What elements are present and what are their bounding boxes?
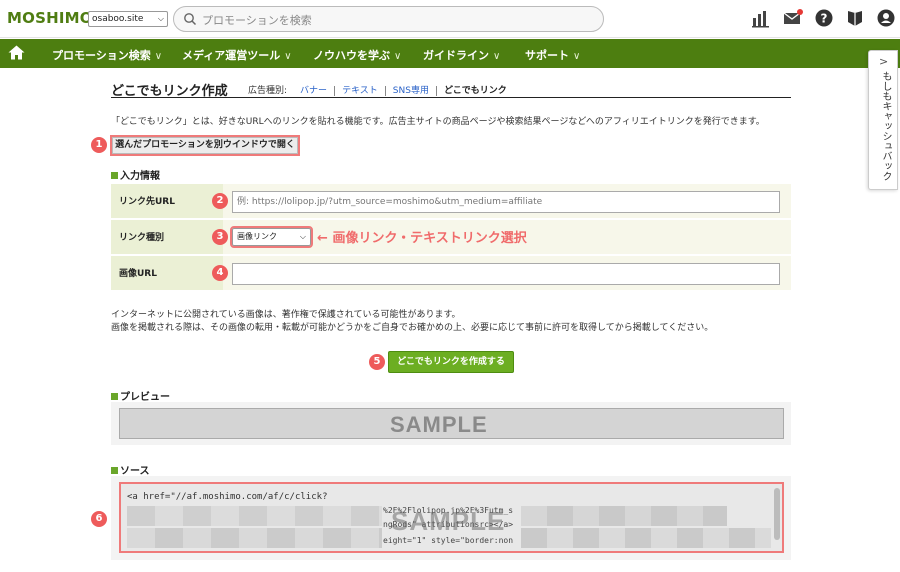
source-code-line: <a href="//af.moshimo.com/af/c/click? <box>127 492 328 502</box>
step-badge-2: 2 <box>212 193 228 209</box>
ad-type-tabs: 広告種別: バナー テキスト SNS専用 どこでもリンク <box>248 83 514 96</box>
input-section-title: 入力情報 <box>111 167 160 182</box>
step-badge-6: 6 <box>91 511 107 527</box>
link-type-value: 画像リンク <box>237 232 277 241</box>
link-url-input[interactable] <box>232 191 780 213</box>
moshimo-logo[interactable]: MOSHIMO <box>7 9 93 27</box>
link-type-select[interactable]: 画像リンク ⌵ <box>230 226 313 248</box>
preview-panel: SAMPLE <box>111 402 791 445</box>
nav-label: ノウハウを学ぶ <box>313 49 390 62</box>
nav-knowhow[interactable]: ノウハウを学ぶ ∨ <box>313 47 401 63</box>
chevron-down-icon: ∨ <box>154 51 163 62</box>
tab-dokodemo-link: どこでもリンク <box>443 86 507 96</box>
chevron-down-icon: ∨ <box>284 51 292 62</box>
link-url-row: リンク先URL 2 <box>111 184 791 220</box>
nav-support[interactable]: サポート ∨ <box>525 47 580 63</box>
side-tab-label: もしもキャッシュバック <box>880 71 891 181</box>
copyright-notice: インターネットに公開されている画像は、著作権で保護されている可能性があります。 … <box>111 309 713 335</box>
tab-sns[interactable]: SNS専用 <box>385 86 437 96</box>
open-promotion-button[interactable]: 選んだプロモーションを別ウインドウで開く <box>110 135 300 156</box>
source-panel: <a href="//af.moshimo.com/af/c/click? %2… <box>111 476 791 560</box>
site-select-value: osaboo.site <box>92 14 144 24</box>
notice-line-2: 画像を掲載される際は、その画像の転用・転載が可能かどうかをご自身でお確かめの上、… <box>111 323 714 333</box>
step-badge-5: 5 <box>369 354 385 370</box>
nav-guideline[interactable]: ガイドライン ∨ <box>423 47 500 63</box>
image-url-input[interactable] <box>232 263 780 285</box>
top-bar: MOSHIMO osaboo.site ⌵ プロモーションを検索 ? <box>0 0 900 38</box>
search-icon <box>184 13 197 26</box>
link-type-annotation-text: 画像リンク・テキストリンク選択 <box>332 231 527 246</box>
create-link-button[interactable]: どこでもリンクを作成する <box>388 351 514 373</box>
image-url-row: 画像URL 4 <box>111 256 791 292</box>
step-badge-4: 4 <box>212 265 228 281</box>
search-bar[interactable]: プロモーションを検索 <box>173 6 604 32</box>
link-type-label: リンク種別 <box>111 220 223 254</box>
source-section-title: ソース <box>111 462 150 477</box>
link-type-row: リンク種別 3 画像リンク ⌵ ← 画像リンク・テキストリンク選択 <box>111 220 791 256</box>
svg-text:?: ? <box>821 12 828 26</box>
help-icon[interactable]: ? <box>814 8 834 28</box>
report-chart-icon[interactable] <box>751 8 771 28</box>
chevron-down-icon: ∨ <box>493 51 501 62</box>
step-badge-1: 1 <box>91 137 107 153</box>
arrow-left-icon: ← <box>317 231 328 246</box>
chevron-down-icon: ∨ <box>573 51 581 62</box>
nav-media-tools[interactable]: メディア運営ツール ∨ <box>182 47 292 63</box>
image-url-label: 画像URL <box>111 256 223 290</box>
bookmark-shield-icon[interactable] <box>845 8 865 28</box>
tab-banner[interactable]: バナー <box>293 86 336 96</box>
link-type-annotation: ← 画像リンク・テキストリンク選択 <box>317 227 527 246</box>
home-icon[interactable] <box>8 45 25 60</box>
mail-icon[interactable] <box>783 8 803 28</box>
tab-text[interactable]: テキスト <box>335 86 386 96</box>
ad-type-label: 広告種別: <box>248 86 288 96</box>
mosaic-block <box>521 528 771 548</box>
search-placeholder: プロモーションを検索 <box>202 14 312 27</box>
nav-label: ガイドライン <box>423 49 489 62</box>
preview-section-title: プレビュー <box>111 388 170 403</box>
source-sample-watermark: SAMPLE <box>391 506 506 536</box>
step-badge-3: 3 <box>212 229 228 245</box>
preview-sample-watermark: SAMPLE <box>390 412 488 437</box>
notice-line-1: インターネットに公開されている画像は、著作権で保護されている可能性があります。 <box>111 310 461 320</box>
nav-label: メディア運営ツール <box>182 49 281 62</box>
link-url-label: リンク先URL <box>111 184 223 218</box>
source-code-area[interactable]: <a href="//af.moshimo.com/af/c/click? %2… <box>119 482 784 553</box>
site-select[interactable]: osaboo.site ⌵ <box>88 11 168 27</box>
intro-text: 「どこでもリンク」とは、好きなURLへのリンクを貼れる機能です。広告主サイトの商… <box>111 117 765 127</box>
preview-image-placeholder: SAMPLE <box>119 408 784 439</box>
mosaic-block <box>521 506 727 526</box>
chevron-right-icon: > <box>879 55 889 68</box>
nav-label: サポート <box>525 49 569 62</box>
mosaic-block <box>127 528 382 548</box>
chevron-down-icon: ⌵ <box>157 14 164 23</box>
user-icon[interactable] <box>876 8 896 28</box>
chevron-down-icon: ⌵ <box>299 232 306 241</box>
main-nav: プロモーション検索 ∨ メディア運営ツール ∨ ノウハウを学ぶ ∨ ガイドライン ∨ サ… <box>0 39 900 68</box>
mosaic-block <box>127 506 382 526</box>
source-scrollbar[interactable] <box>774 488 780 540</box>
input-form: リンク先URL 2 リンク種別 3 画像リンク ⌵ ← 画像リンク・テキストリン… <box>111 184 791 292</box>
source-fragment: eight="1" style="border:non <box>383 536 514 545</box>
header-divider <box>111 97 791 98</box>
cashback-side-tab[interactable]: > もしもキャッシュバック <box>868 50 898 190</box>
nav-label: プロモーション検索 <box>52 49 151 62</box>
chevron-down-icon: ∨ <box>394 51 402 62</box>
nav-promotion-search[interactable]: プロモーション検索 ∨ <box>52 47 162 63</box>
